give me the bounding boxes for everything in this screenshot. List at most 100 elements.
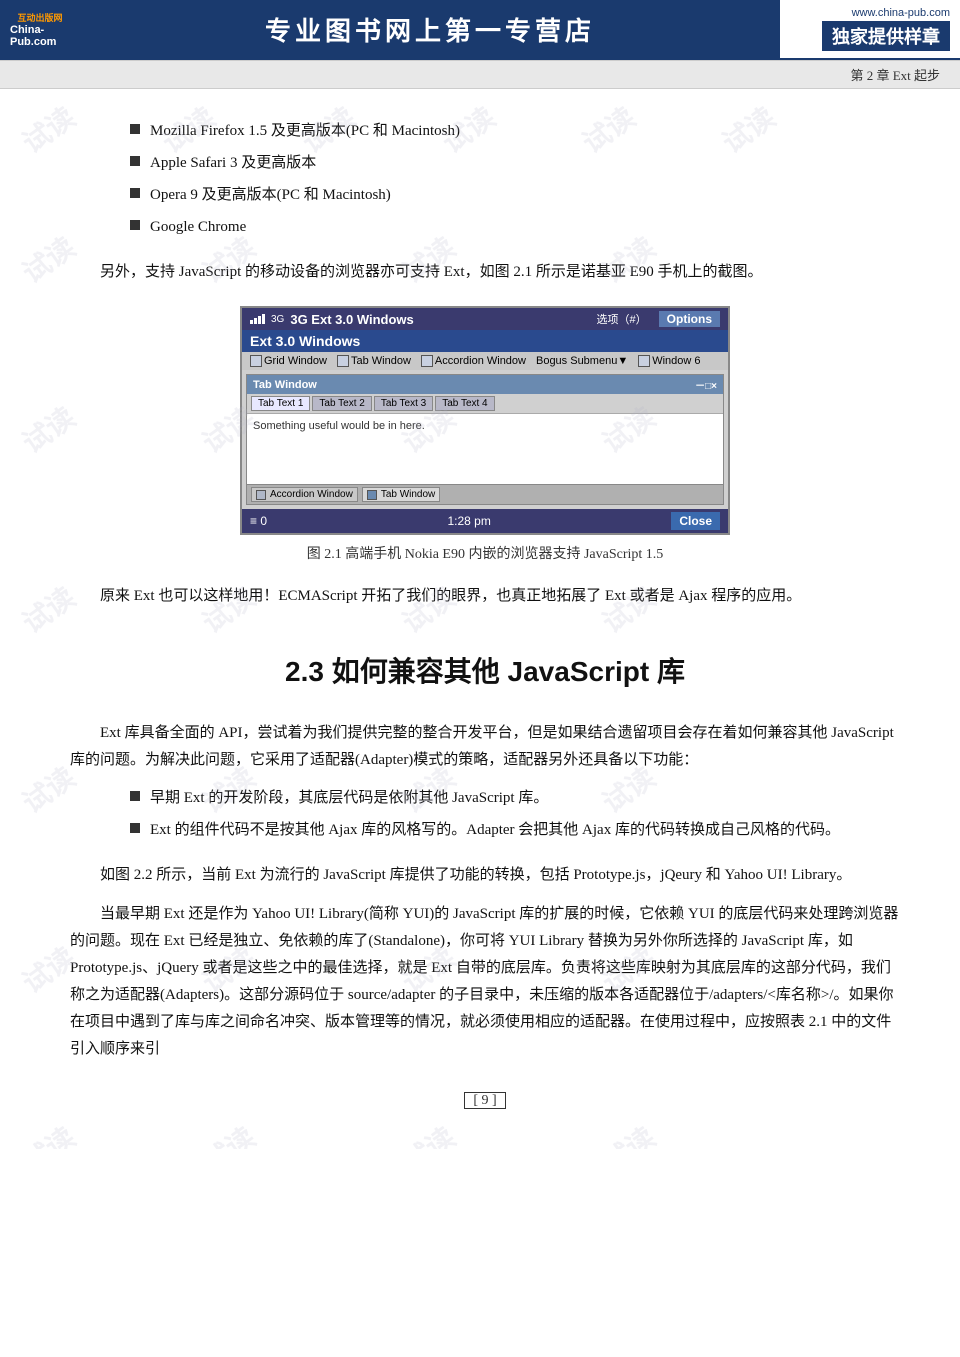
signal-bars	[250, 314, 265, 324]
window6-icon	[638, 355, 650, 367]
bullet-icon	[130, 188, 140, 198]
section-title: 2.3 如何兼容其他 JavaScript 库	[285, 656, 685, 687]
list-item: 早期 Ext 的开发阶段，其底层代码是依附其他 JavaScript 库。	[130, 786, 900, 810]
logo-top-text: 互动出版网	[17, 11, 62, 24]
watermark-27: 试读	[14, 1117, 83, 1149]
chapter-label: 第 2 章 Ext 起步	[850, 68, 940, 83]
browser-list: Mozilla Firefox 1.5 及更高版本(PC 和 Macintosh…	[130, 119, 900, 239]
watermark-30: 试读	[594, 1117, 663, 1149]
figure-caption: 图 2.1 高端手机 Nokia E90 内嵌的浏览器支持 JavaScript…	[307, 543, 664, 563]
menu-item-bogus: Bogus Submenu▼	[532, 354, 632, 368]
bottom-right: Close	[671, 512, 720, 530]
phone-window: Tab Window －□× Tab Text 1 Tab Text 2 Tab…	[246, 374, 724, 505]
list-item: Apple Safari 3 及更高版本	[130, 151, 900, 175]
grid-icon	[250, 355, 262, 367]
logo: 互动出版网 China-Pub.com	[10, 4, 70, 54]
page-num-value: [ 9 ]	[473, 1093, 496, 1108]
list-item: Mozilla Firefox 1.5 及更高版本(PC 和 Macintosh…	[130, 119, 900, 143]
tab-1: Tab Text 1	[251, 396, 310, 411]
accordion-label-1: Accordion Window	[270, 489, 353, 500]
list-item-text: Ext 的组件代码不是按其他 Ajax 库的风格写的。Adapter 会把其他 …	[150, 818, 840, 842]
tab-content-text: Something useful would be in here.	[253, 420, 425, 432]
list-item-text: 早期 Ext 的开发阶段，其底层代码是依附其他 JavaScript 库。	[150, 786, 548, 810]
page-number: [ 9 ]	[70, 1093, 900, 1119]
bar-4	[262, 314, 265, 324]
watermark-29: 试读	[394, 1117, 463, 1149]
bar-3	[258, 316, 261, 324]
menu-item-label: Window 6	[652, 355, 700, 367]
menu-item-accordion: Accordion Window	[417, 354, 530, 368]
phone-bottom-bar: ≡ 0 1:28 pm Close	[242, 509, 728, 533]
paragraph-4: 如图 2.2 所示，当前 Ext 为流行的 JavaScript 库提供了功能的…	[70, 862, 900, 889]
accordion-label-2: Tab Window	[381, 489, 435, 500]
bullet-icon	[130, 823, 140, 833]
accordion-item-1: Accordion Window	[251, 487, 358, 502]
phone-network: 3G	[271, 314, 284, 325]
bullet-icon	[130, 124, 140, 134]
tab-icon-2	[367, 490, 377, 500]
header-url: www.china-pub.com	[852, 7, 950, 19]
tab-2: Tab Text 2	[312, 396, 371, 411]
list-item-text: Mozilla Firefox 1.5 及更高版本(PC 和 Macintosh…	[150, 119, 460, 143]
paragraph-3: Ext 库具备全面的 API，尝试着为我们提供完整的整合开发平台，但是如果结合遗…	[70, 720, 900, 774]
bullet-icon	[130, 156, 140, 166]
tab-4: Tab Text 4	[435, 396, 494, 411]
adapter-list: 早期 Ext 的开发阶段，其底层代码是依附其他 JavaScript 库。 Ex…	[130, 786, 900, 842]
menu-item-window6: Window 6	[634, 354, 704, 368]
bar-1	[250, 320, 253, 324]
paragraph-2: 原来 Ext 也可以这样地用！ECMAScript 开拓了我们的眼界，也真正地拓…	[70, 583, 900, 610]
accordion-icon	[421, 355, 433, 367]
menu-item-label: Tab Window	[351, 355, 411, 367]
paragraph-5: 当最早期 Ext 还是作为 Yahoo UI! Library(简称 YUI)的…	[70, 901, 900, 1063]
tab-icon	[337, 355, 349, 367]
bullet-icon	[130, 220, 140, 230]
phone-top-right: 选项（#） Options	[597, 311, 720, 327]
bar-2	[254, 318, 257, 324]
list-item: Ext 的组件代码不是按其他 Ajax 库的风格写的。Adapter 会把其他 …	[130, 818, 900, 842]
list-item-text: Apple Safari 3 及更高版本	[150, 151, 316, 175]
phone-tab-bar: Tab Text 1 Tab Text 2 Tab Text 3 Tab Tex…	[247, 394, 723, 414]
watermark-1: 试读	[14, 97, 83, 162]
bullet-icon	[130, 791, 140, 801]
phone-options-btn: Options	[659, 311, 720, 327]
sample-label: 独家提供样章	[822, 21, 950, 51]
header-title-area: 专业图书网上第一专营店	[80, 0, 780, 58]
phone-title-section: Ext 3.0 Windows	[242, 330, 728, 352]
menu-item-grid: Grid Window	[246, 354, 331, 368]
window-title-bar: Tab Window －□×	[247, 375, 723, 394]
window-controls: －□×	[695, 377, 717, 392]
list-item: Opera 9 及更高版本(PC 和 Macintosh)	[130, 183, 900, 207]
page-number-text: [ 9 ]	[464, 1092, 505, 1109]
phone-section-title: Ext 3.0 Windows	[250, 333, 360, 349]
figure-2-1: 3G 3G Ext 3.0 Windows 选项（#） Options Ext …	[70, 306, 900, 563]
bottom-left: ≡ 0	[250, 514, 267, 528]
list-item-text: Google Chrome	[150, 215, 246, 239]
watermark-28: 试读	[194, 1117, 263, 1149]
accordion-icon	[256, 490, 266, 500]
menu-item-label: Grid Window	[264, 355, 327, 367]
chapter-bar: 第 2 章 Ext 起步	[0, 60, 960, 89]
accordion-bar: Accordion Window Tab Window	[247, 484, 723, 504]
accordion-item-2: Tab Window	[362, 487, 440, 502]
menu-item-tab: Tab Window	[333, 354, 415, 368]
phone-top-bar: 3G 3G Ext 3.0 Windows 选项（#） Options	[242, 308, 728, 330]
list-item-text: Opera 9 及更高版本(PC 和 Macintosh)	[150, 183, 391, 207]
tab-content-area: Something useful would be in here.	[247, 414, 723, 484]
logo-container: 互动出版网 China-Pub.com	[0, 0, 80, 58]
logo-main-text: China-Pub.com	[10, 24, 70, 48]
list-item: Google Chrome	[130, 215, 900, 239]
menu-item-label: Accordion Window	[435, 355, 526, 367]
phone-app-title: 3G Ext 3.0 Windows	[290, 312, 413, 327]
site-title: 专业图书网上第一专营店	[265, 11, 595, 48]
phone-screenshot: 3G 3G Ext 3.0 Windows 选项（#） Options Ext …	[240, 306, 730, 535]
tab-3: Tab Text 3	[374, 396, 433, 411]
page-header: 互动出版网 China-Pub.com 专业图书网上第一专营店 www.chin…	[0, 0, 960, 60]
paragraph-1: 另外，支持 JavaScript 的移动设备的浏览器亦可支持 Ext，如图 2.…	[70, 259, 900, 286]
phone-menu-bar: Grid Window Tab Window Accordion Window …	[242, 352, 728, 370]
page-content: 试读 试读 试读 试读 试读 试读 试读 试读 试读 试读 试读 试读 试读 试…	[0, 89, 960, 1149]
phone-top-left: 3G 3G Ext 3.0 Windows	[250, 312, 414, 327]
phone-status: 选项（#）	[597, 311, 647, 327]
menu-item-label: Bogus Submenu▼	[536, 355, 628, 367]
section-heading-2-3: 2.3 如何兼容其他 JavaScript 库	[70, 650, 900, 690]
bottom-time: 1:28 pm	[447, 514, 490, 528]
